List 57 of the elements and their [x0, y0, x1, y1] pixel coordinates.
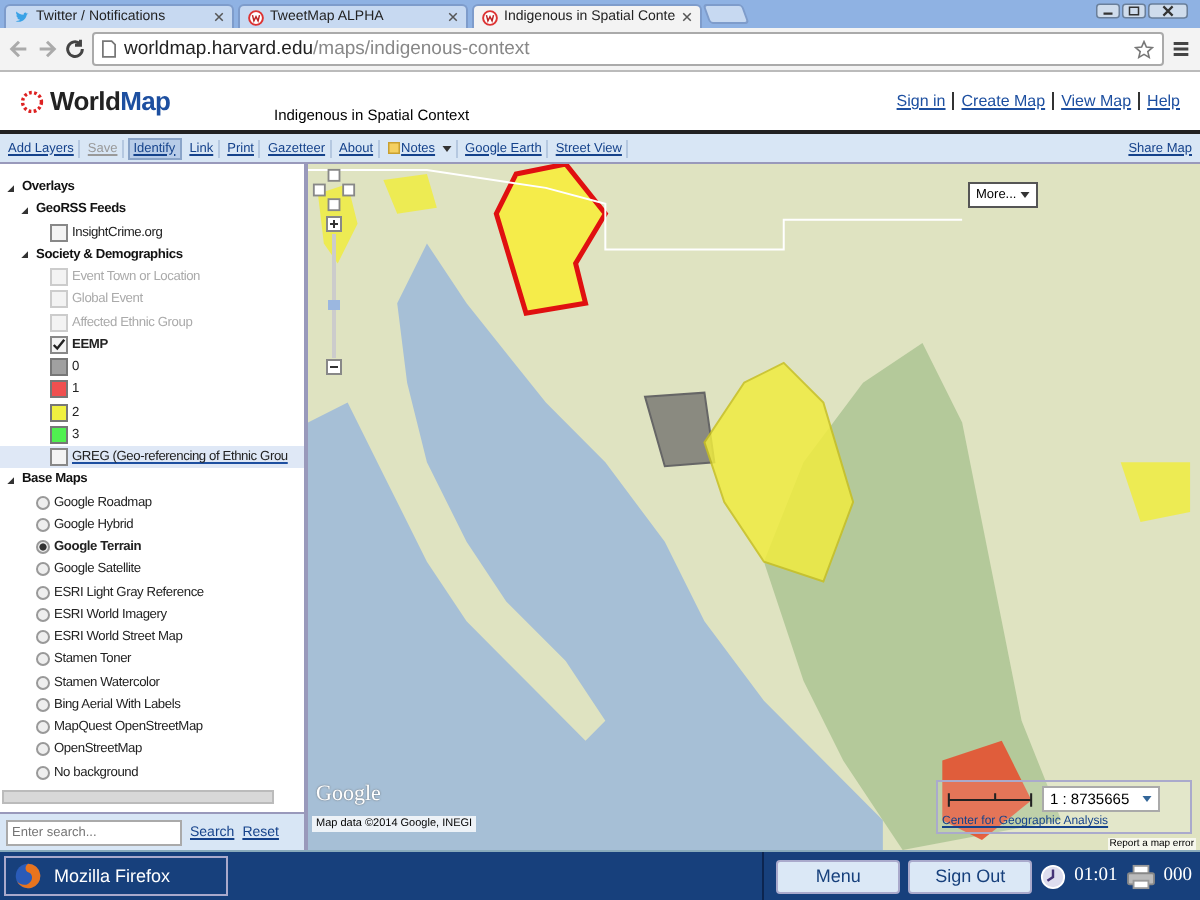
checkbox[interactable]: [50, 223, 68, 242]
radio-button[interactable]: [36, 517, 50, 532]
close-icon[interactable]: [214, 12, 224, 22]
checkbox[interactable]: [50, 335, 68, 354]
radio-button[interactable]: [36, 697, 50, 712]
caret-icon: [441, 145, 452, 151]
page-icon: [102, 40, 116, 58]
taskbar-button[interactable]: Sign Out: [908, 859, 1033, 893]
close-icon[interactable]: [682, 12, 692, 22]
printer-icon: [1125, 863, 1156, 889]
menu-icon[interactable]: [1170, 38, 1192, 60]
caret-icon: [1020, 192, 1031, 198]
radio-button[interactable]: [36, 562, 50, 577]
radio-button[interactable]: [36, 765, 50, 780]
dotted-ring-icon: [20, 89, 44, 113]
expand-arrow-icon[interactable]: [6, 183, 14, 192]
header-link[interactable]: Help: [1137, 92, 1180, 110]
taskbar-button[interactable]: Menu: [776, 859, 901, 893]
bird-icon: [14, 9, 30, 25]
radio-button[interactable]: [36, 630, 50, 645]
zoom-slider-icon[interactable]: [326, 216, 342, 376]
header-link[interactable]: Create Map: [951, 92, 1046, 110]
minimize-icon[interactable]: [1096, 2, 1120, 20]
globe-icon: [14, 862, 42, 890]
checkbox[interactable]: [50, 448, 68, 467]
worldmap-logo[interactable]: WorldMap: [50, 86, 171, 116]
radio-button[interactable]: [36, 540, 50, 555]
scale-bar-icon: [942, 787, 1038, 811]
expand-arrow-icon[interactable]: [6, 475, 14, 484]
radio-button[interactable]: [36, 742, 50, 757]
caret-icon: [1141, 796, 1152, 802]
google-logo: Google: [316, 782, 381, 806]
radio-button[interactable]: [36, 495, 50, 510]
expand-arrow-icon[interactable]: [20, 205, 28, 214]
reload-icon[interactable]: [64, 38, 86, 60]
pan-control-icon[interactable]: [312, 168, 356, 212]
close-icon[interactable]: [1148, 2, 1188, 20]
header-link[interactable]: Sign in: [896, 92, 946, 110]
header-link[interactable]: View Map: [1051, 92, 1132, 110]
new-tab-button[interactable]: [702, 4, 750, 24]
clock-time: 01:01: [1074, 866, 1118, 886]
print-counter: 000: [1163, 866, 1192, 886]
scrollbar[interactable]: [2, 790, 274, 804]
radio-button[interactable]: [36, 675, 50, 690]
maximize-icon[interactable]: [1122, 2, 1146, 20]
note-icon: [387, 142, 400, 154]
address-bar[interactable]: worldmap.harvard.edu/maps/indigenous-context: [92, 32, 1164, 66]
radio-button[interactable]: [36, 607, 50, 622]
back-icon[interactable]: [8, 38, 30, 60]
radio-button[interactable]: [36, 652, 50, 667]
star-icon[interactable]: [1134, 39, 1154, 59]
expand-arrow-icon[interactable]: [20, 250, 28, 259]
taskbar-app-button[interactable]: Mozilla Firefox: [4, 856, 228, 896]
radio-button[interactable]: [36, 720, 50, 735]
clock-icon: [1040, 863, 1067, 889]
radio-button[interactable]: [36, 585, 50, 600]
close-icon[interactable]: [448, 12, 458, 22]
